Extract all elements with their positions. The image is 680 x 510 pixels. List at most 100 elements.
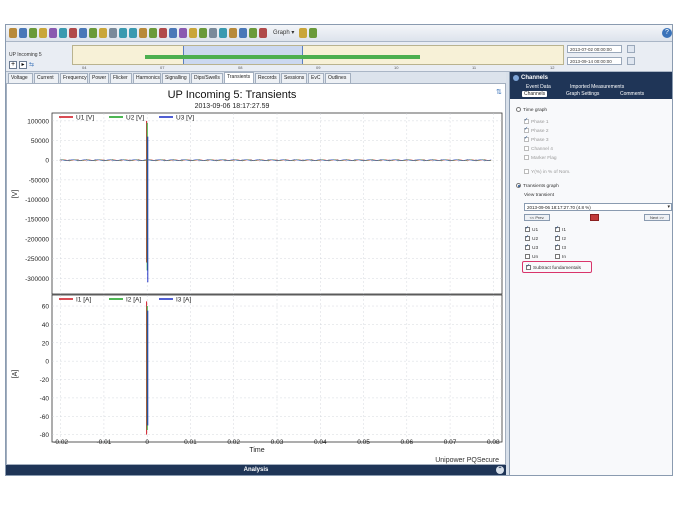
zoom-in-icon[interactable]: [119, 28, 127, 38]
tab-graph-settings[interactable]: Graph Settings: [566, 91, 599, 97]
alarm-icon[interactable]: [159, 28, 167, 38]
export-icon[interactable]: [99, 28, 107, 38]
chart-subtitle: 2013-09-06 18:17:27.59: [195, 103, 270, 110]
play-icon[interactable]: [249, 28, 257, 38]
tab-current[interactable]: Current: [34, 73, 59, 83]
report-icon[interactable]: [169, 28, 177, 38]
delete-icon[interactable]: [69, 28, 77, 38]
transients-graph-radio[interactable]: [516, 183, 521, 188]
open-icon[interactable]: [9, 28, 17, 38]
timeline-play-button[interactable]: ▸: [19, 61, 27, 69]
star-icon[interactable]: [189, 28, 197, 38]
channel-checkbox-i3[interactable]: I3: [555, 243, 566, 251]
start-date-field[interactable]: 2013-07-02 00:00:00: [567, 45, 622, 53]
refresh-icon[interactable]: [29, 28, 37, 38]
tab-voltage[interactable]: Voltage: [8, 73, 33, 83]
record-icon[interactable]: [590, 214, 599, 221]
check-icon[interactable]: [199, 28, 207, 38]
tab-bar: Voltage Current Frequency Power Flicker Harmo…: [6, 72, 506, 83]
top-y-tick-label: 50000: [31, 138, 49, 145]
tab-sessions[interactable]: Sessions: [281, 73, 307, 83]
print-icon[interactable]: [89, 28, 97, 38]
tab-dips-swells[interactable]: Dips/Swells: [191, 73, 223, 83]
channel-checkbox-u2[interactable]: U2: [525, 234, 538, 242]
chart-watermark: Unipower PQSecure: [435, 457, 499, 464]
help-icon[interactable]: ?: [662, 28, 672, 38]
chevron-down-icon[interactable]: ▾: [667, 204, 670, 211]
application-window: Graph ▾ ? UP Incoming 5 + ▸ ⇆ 04 07 08 09 10…: [5, 24, 673, 476]
transients-chart[interactable]: UP Incoming 5: Transients 2013-09-06 18:1…: [7, 84, 507, 466]
info-icon[interactable]: [219, 28, 227, 38]
channel-checkbox-u3[interactable]: U3: [525, 243, 538, 251]
phase-item[interactable]: Phase 2: [524, 126, 549, 134]
bottom-y-tick-label: 20: [42, 340, 50, 347]
tab-evc[interactable]: EvC: [308, 73, 324, 83]
time-graph-radio[interactable]: [516, 107, 521, 112]
calendar-icon[interactable]: [627, 57, 635, 65]
transient-select-value: 2013-09-06 18:17:27.70 (4.8 %): [527, 205, 591, 210]
zoom-icon[interactable]: [59, 28, 67, 38]
tab-channels[interactable]: Channels: [522, 91, 548, 97]
legend-label: I1 [A]: [76, 297, 91, 304]
x-tick-label: -0.01: [97, 439, 112, 446]
zoom-out-icon[interactable]: [129, 28, 137, 38]
phase-item[interactable]: Phase 3: [524, 135, 549, 143]
channel-checkbox-un[interactable]: Un: [525, 254, 538, 260]
copy-icon[interactable]: [79, 28, 87, 38]
channels-panel-body: Time graph Phase 1 Phase 2 Phase 3 Chann…: [510, 99, 672, 475]
time-graph-option[interactable]: Time graph: [516, 107, 547, 113]
tab-harmonics[interactable]: Harmonics: [133, 73, 161, 83]
x-tick-label: -0.02: [53, 439, 68, 446]
filter-icon[interactable]: [179, 28, 187, 38]
chart-options-icon: ⇅: [496, 89, 502, 96]
timeline-bar[interactable]: [72, 45, 564, 65]
timeline-measurement-name: UP Incoming 5: [9, 52, 42, 58]
end-date-field[interactable]: 2013-09-14 00:00:00: [567, 57, 622, 65]
channel-checkbox-i1[interactable]: I1: [555, 225, 566, 233]
pan-icon[interactable]: [139, 28, 147, 38]
toolbar: Graph ▾ ?: [6, 25, 672, 42]
percent-nominal-option[interactable]: Y(%) in % of Nom.: [524, 169, 570, 175]
transient-select[interactable]: 2013-09-06 18:17:27.70 (4.8 %) ▾: [524, 203, 672, 211]
analysis-bar[interactable]: Analysis ⌃: [6, 465, 506, 475]
timeline-add-button[interactable]: +: [9, 61, 17, 69]
phase-item[interactable]: Marker Flag: [524, 155, 557, 161]
calendar-icon[interactable]: [627, 45, 635, 53]
x-tick-label: 0: [145, 439, 149, 446]
tab-event-data[interactable]: Event Data: [526, 84, 551, 90]
settings-icon[interactable]: [49, 28, 57, 38]
cursor-icon[interactable]: [109, 28, 117, 38]
tab-transients[interactable]: Transients: [224, 72, 254, 83]
next-button[interactable]: Next >>: [644, 214, 670, 221]
tab-frequency[interactable]: Frequency: [60, 73, 88, 83]
grid-icon[interactable]: [209, 28, 217, 38]
tab-imported-measurements[interactable]: Imported Measurements: [570, 84, 624, 90]
tab-comments[interactable]: Comments: [620, 91, 644, 97]
graph-menu[interactable]: Graph ▾: [273, 29, 294, 36]
tab-flicker[interactable]: Flicker: [110, 73, 132, 83]
prev-button[interactable]: << Prev.: [524, 214, 550, 221]
phase-item[interactable]: Channel 4: [524, 146, 553, 152]
tools-icon[interactable]: [229, 28, 237, 38]
channels-icon: [513, 75, 519, 81]
timeline-nav-icon[interactable]: ⇆: [29, 61, 37, 69]
chart-icon[interactable]: [149, 28, 157, 38]
save-icon[interactable]: [19, 28, 27, 38]
folder-icon[interactable]: [39, 28, 47, 38]
channel-checkbox-i2[interactable]: I2: [555, 234, 566, 242]
channel-checkbox-u1[interactable]: U1: [525, 225, 538, 233]
channel-checkbox-in[interactable]: In: [555, 254, 566, 260]
tab-outlines[interactable]: Outlines: [325, 73, 351, 83]
legend-label: I2 [A]: [126, 297, 141, 304]
globe-icon[interactable]: [239, 28, 247, 38]
layout-icon[interactable]: [299, 28, 307, 38]
expand-icon[interactable]: ⌃: [496, 466, 504, 474]
tab-power[interactable]: Power: [89, 73, 109, 83]
tab-signalling[interactable]: Signalling: [162, 73, 190, 83]
phase-item[interactable]: Phase 1: [524, 117, 549, 125]
bottom-y-axis-label: [A]: [12, 370, 19, 379]
stop-icon[interactable]: [259, 28, 267, 38]
transients-graph-option[interactable]: Transients graph: [516, 183, 559, 189]
window-icon[interactable]: [309, 28, 317, 38]
tab-records[interactable]: Records: [255, 73, 280, 83]
